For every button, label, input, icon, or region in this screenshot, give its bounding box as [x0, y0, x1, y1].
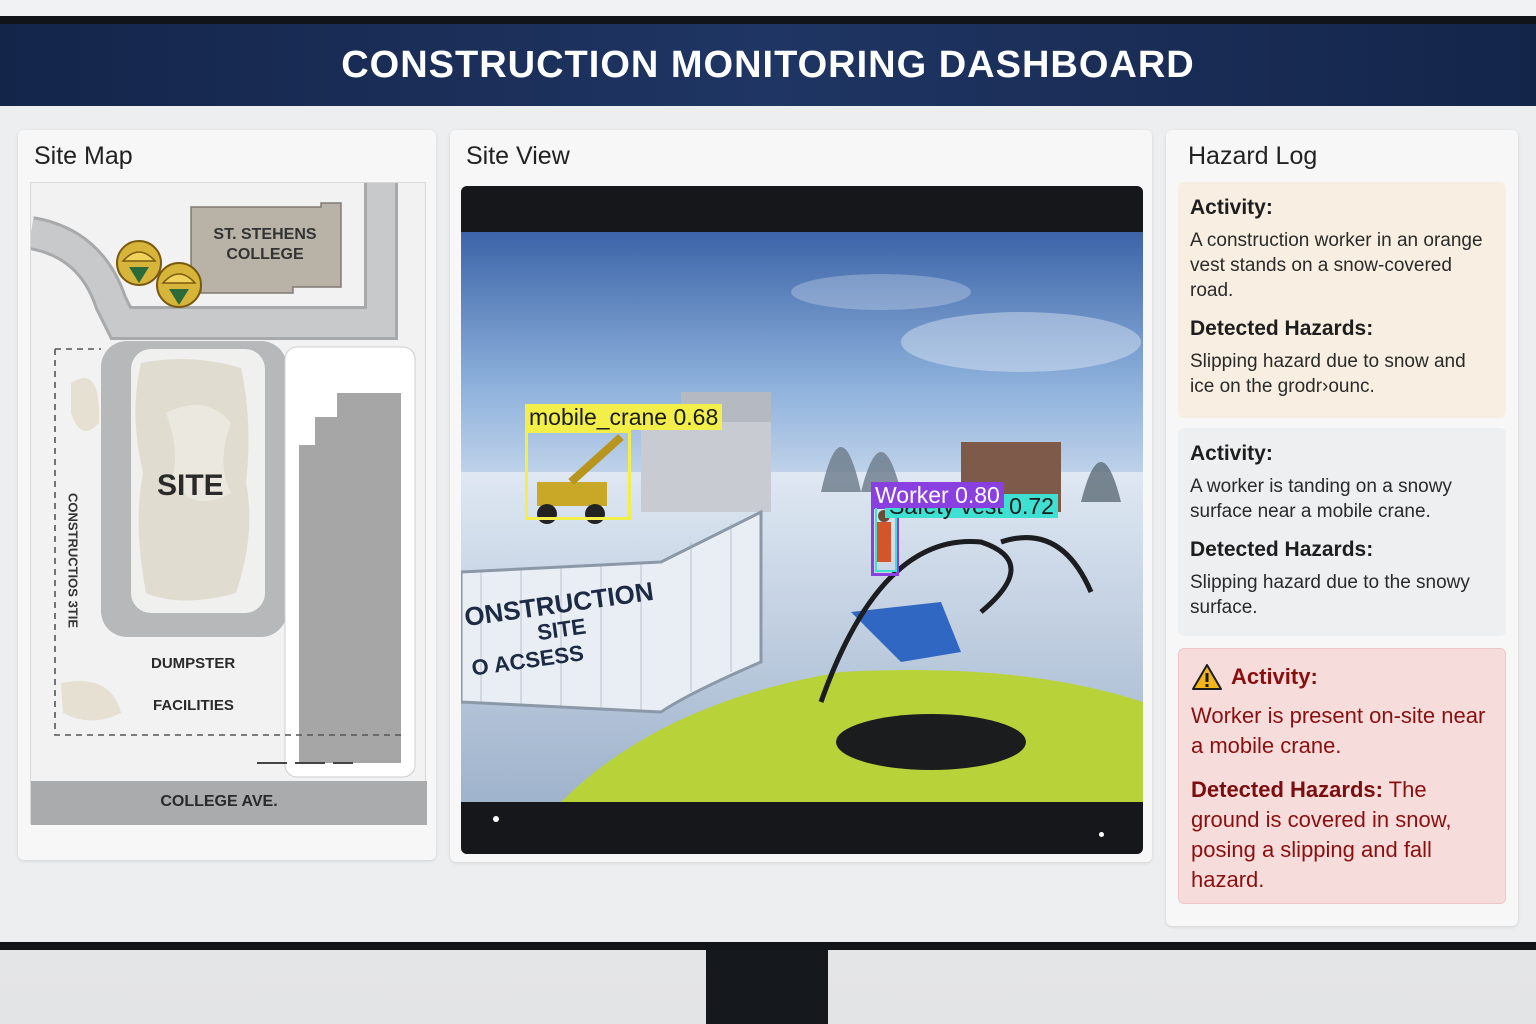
hazard-log-title: Hazard Log [1188, 142, 1318, 170]
site-view-panel: Site View mobile_crane 0.68 0.72 Worker … [450, 130, 1152, 862]
hazard-entry[interactable]: Activity: A worker is tanding on a snowy… [1178, 428, 1506, 636]
construction-site-label: CONSTRUCTIOS 3TIE [65, 492, 81, 629]
monitor-stand [706, 950, 828, 1024]
hazards-heading: Detected Hazards: [1190, 317, 1374, 340]
street-label: COLLEGE AVE. [160, 793, 278, 810]
site-map-panel: Site Map ST. STEHENS COLLEGE SITE CONSTR… [18, 130, 436, 860]
site-map-drawing [27, 183, 427, 825]
worker-detection-label: Worker 0.80 [871, 482, 1004, 508]
site-map-title: Site Map [34, 142, 133, 170]
activity-heading: Activity: [1190, 442, 1273, 465]
college-label: ST. STEHENS COLLEGE [195, 225, 335, 265]
monitor-bezel: CONSTRUCTION MONITORING DASHBOARD Site M… [0, 16, 1536, 950]
hazard-entry[interactable]: Activity: A construction worker in an or… [1178, 182, 1506, 418]
crane-detection-label: mobile_crane 0.68 [525, 404, 723, 430]
activity-text: A construction worker in an orange vest … [1190, 230, 1483, 301]
alert-activity-label: Activity: [1231, 664, 1318, 689]
alert-activity-text: Worker is present on-site near a mobile … [1191, 703, 1486, 758]
alert-hazards: Detected Hazards: The ground is covered … [1191, 775, 1493, 895]
hazards-text: Slipping hazard due to snow and ice on t… [1190, 351, 1466, 397]
hazard-log-panel: Hazard Log Activity: A construction work… [1166, 130, 1518, 926]
hazard-entry-alert[interactable]: Activity: Worker is present on-site near… [1178, 648, 1506, 904]
worker-marker[interactable] [116, 240, 162, 286]
hazards-text: Slipping hazard due to the snowy surface… [1190, 572, 1470, 618]
header-bar: CONSTRUCTION MONITORING DASHBOARD [0, 24, 1536, 106]
camera-feed[interactable]: mobile_crane 0.68 Safety vest 0.72 Worke… [461, 186, 1143, 854]
site-view-title: Site View [466, 142, 570, 170]
college-label-line2: COLLEGE [226, 246, 304, 263]
hazards-heading: Detected Hazards: [1190, 538, 1374, 561]
facilities-label: FACILITIES [153, 697, 234, 714]
video-indicator-dot [493, 816, 499, 822]
worker-marker[interactable] [156, 262, 202, 308]
site-map[interactable]: ST. STEHENS COLLEGE SITE CONSTRUCTIOS 3T… [27, 182, 427, 825]
activity-text: A worker is tanding on a snowy surface n… [1190, 476, 1452, 522]
alert-hazards-heading: Detected Hazards: [1191, 777, 1383, 802]
college-label-line1: ST. STEHENS [213, 226, 317, 243]
crane-detection-box[interactable] [525, 430, 631, 520]
warning-icon [1192, 664, 1222, 690]
activity-heading: Activity: [1190, 196, 1273, 219]
alert-activity-heading: Activity: [1191, 663, 1493, 691]
video-indicator-dot [1099, 832, 1104, 837]
dumpster-label: DUMPSTER [151, 655, 236, 672]
building-block [299, 393, 401, 763]
site-label: SITE [157, 469, 224, 502]
dashboard-title: CONSTRUCTION MONITORING DASHBOARD [341, 43, 1195, 86]
dashboard-screen: CONSTRUCTION MONITORING DASHBOARD Site M… [0, 24, 1536, 942]
